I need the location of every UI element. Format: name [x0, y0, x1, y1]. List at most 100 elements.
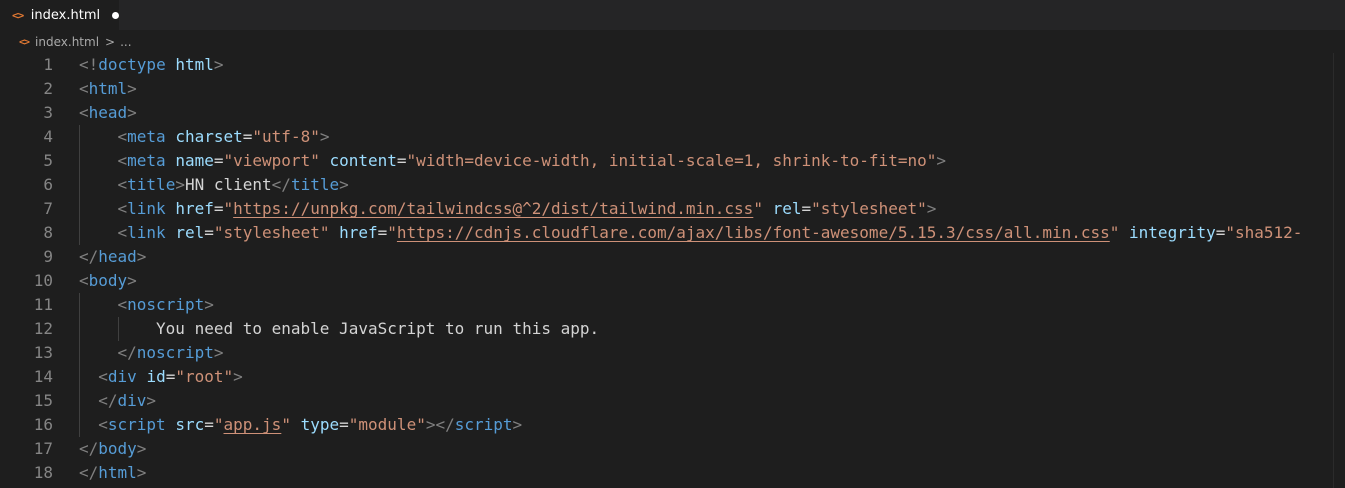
code-line[interactable]: 1 <!doctype html> — [0, 53, 1333, 77]
code-line[interactable]: 7 <link href="https://unpkg.com/tailwindc… — [0, 197, 1333, 221]
code-token-tag: script — [454, 415, 513, 434]
line-number: 15 — [33, 391, 53, 410]
code-line[interactable]: 4 <meta charset="utf-8"> — [0, 125, 1333, 149]
code-token-punc: < — [117, 151, 128, 170]
code-token-text: = — [204, 415, 214, 434]
code-token-punc: < — [98, 367, 108, 386]
code-token-str: " — [1109, 223, 1120, 242]
code-token-text: = — [204, 223, 214, 242]
code-token-punc: </ — [79, 247, 99, 266]
code-text: <div id="root"> — [98, 365, 243, 389]
code-token-link[interactable]: https://cdnjs.cloudflare.com/ajax/libs/f… — [397, 223, 1110, 242]
code-line[interactable]: 12 You need to enable JavaScript to run t… — [0, 317, 1333, 341]
code-line[interactable]: 9 </head> — [0, 245, 1333, 269]
code-token-punc: < — [79, 79, 89, 98]
code-token-text: You need to enable JavaScript to run thi… — [156, 319, 600, 338]
code-line[interactable]: 10 <body> — [0, 269, 1333, 293]
code-token-punc: ></ — [425, 415, 455, 434]
code-token-punc: > — [204, 295, 214, 314]
code-token-attr: rel — [772, 199, 802, 218]
code-text: <meta name="viewport" content="width=dev… — [118, 149, 946, 173]
line-number: 16 — [33, 415, 53, 434]
code-line[interactable]: 6 <title>HN client</title> — [0, 173, 1333, 197]
code-token-attr: content — [329, 151, 397, 170]
code-token-str: "sha512- — [1225, 223, 1303, 242]
code-line[interactable]: 16 <script src="app.js" type="module"></s… — [0, 413, 1333, 437]
code-line[interactable]: 15 </div> — [0, 389, 1333, 413]
line-number: 11 — [33, 295, 53, 314]
code-token-punc: </ — [79, 439, 99, 458]
line-number: 5 — [43, 151, 53, 170]
code-token-tag: link — [127, 199, 166, 218]
indent-guide — [79, 221, 80, 245]
code-line[interactable]: 11 <noscript> — [0, 293, 1333, 317]
tab-bar: <> index.html — [0, 0, 1345, 30]
code-line[interactable]: 8 <link rel="stylesheet" href="https://cd… — [0, 221, 1333, 245]
code-text: <meta charset="utf-8"> — [118, 125, 330, 149]
code-token-text: = — [242, 127, 253, 146]
code-editor[interactable]: 1 <!doctype html> 2 <html> 3 <head> 4 <meta cha… — [0, 53, 1333, 488]
code-token-link[interactable]: app.js — [224, 415, 282, 434]
code-token-tag: body — [98, 439, 137, 458]
line-number: 13 — [33, 343, 53, 362]
code-line[interactable]: 13 </noscript> — [0, 341, 1333, 365]
code-token-link[interactable]: https://unpkg.com/tailwindcss@^2/dist/ta… — [233, 199, 753, 218]
code-token-punc: <! — [79, 55, 99, 74]
unsaved-dot-icon[interactable] — [112, 11, 119, 19]
code-token-tag: meta — [127, 127, 166, 146]
code-token-text: = — [377, 223, 388, 242]
code-token-punc: > — [127, 79, 137, 98]
code-token-tag: html — [88, 79, 128, 98]
indent-guide — [79, 173, 80, 197]
code-token-punc: > — [926, 199, 937, 218]
code-line[interactable]: 17 </body> — [0, 437, 1333, 461]
code-token-punc: > — [146, 391, 157, 410]
code-token-tag: meta — [127, 151, 166, 170]
indent-guide — [117, 317, 119, 341]
code-token-tag: head — [88, 103, 128, 122]
code-token-attr: name — [175, 151, 214, 170]
code-line[interactable]: 18 </html> — [0, 461, 1333, 485]
code-text: </div> — [98, 389, 156, 413]
code-line[interactable]: 14 <div id="root"> — [0, 365, 1333, 389]
code-token-punc: > — [136, 247, 147, 266]
code-line[interactable]: 2 <html> — [0, 77, 1333, 101]
code-line[interactable]: 5 <meta name="viewport" content="width=de… — [0, 149, 1333, 173]
code-token-punc: > — [127, 271, 137, 290]
code-token-str: "utf-8" — [252, 127, 320, 146]
indent-guide — [79, 317, 80, 341]
indent-guide — [79, 341, 80, 365]
code-token-str: "root" — [175, 367, 234, 386]
code-token-punc: < — [117, 175, 128, 194]
line-number: 9 — [43, 247, 53, 266]
code-token-attr: rel — [175, 223, 205, 242]
code-text: </html> — [79, 461, 146, 485]
code-text: <html> — [79, 77, 137, 101]
code-token-attr: src — [175, 415, 205, 434]
code-token-tag: noscript — [127, 295, 205, 314]
code-text: </body> — [79, 437, 146, 461]
code-token-punc: </ — [79, 463, 99, 482]
code-token-tag: head — [98, 247, 137, 266]
code-token-attr: integrity — [1129, 223, 1216, 242]
breadcrumb-separator: > — [105, 35, 116, 49]
vertical-scrollbar[interactable] — [1333, 53, 1345, 488]
line-number: 2 — [43, 79, 53, 98]
editor-window: <> index.html <> index.html > ... 1 <!doc… — [0, 0, 1345, 488]
code-token-tag: body — [88, 271, 128, 290]
code-token-punc: < — [117, 295, 128, 314]
code-token-text: = — [213, 151, 224, 170]
breadcrumb-more[interactable]: ... — [120, 35, 131, 49]
line-number: 6 — [43, 175, 53, 194]
code-line[interactable]: 3 <head> — [0, 101, 1333, 125]
tab-index-html[interactable]: <> index.html — [0, 0, 119, 30]
code-token-str: "width=device-width, initial-scale=1, sh… — [406, 151, 937, 170]
breadcrumb-file[interactable]: index.html — [35, 35, 99, 49]
code-text: <!doctype html> — [79, 53, 224, 77]
